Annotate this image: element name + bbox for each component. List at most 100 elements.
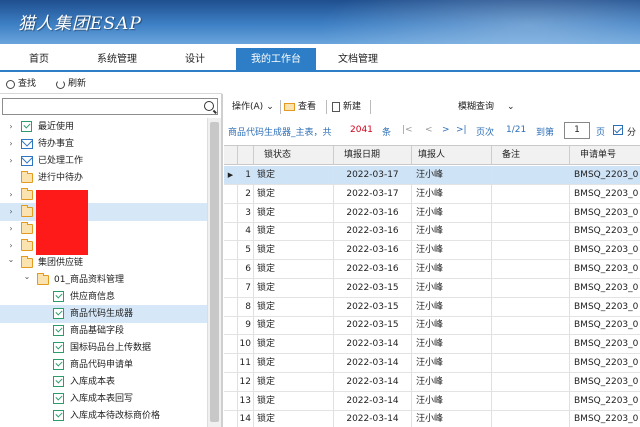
remark-cell[interactable] — [492, 354, 570, 373]
tab-home[interactable]: 首页 — [14, 49, 64, 70]
tree-item[interactable]: › 待办事宜 — [0, 135, 207, 153]
tree-item[interactable]: ⌄ 01_商品资料管理 — [0, 271, 207, 289]
order-number-cell[interactable]: BMSQ_2203_0 — [570, 241, 640, 260]
fill-date-cell[interactable]: 2022-03-16 — [334, 222, 412, 242]
reporter-cell[interactable]: 汪小峰 — [412, 241, 492, 261]
reporter-cell[interactable]: 汪小峰 — [412, 260, 492, 279]
tree-item[interactable]: › — [0, 186, 207, 204]
order-number-cell[interactable]: BMSQ_2203_0 — [570, 373, 640, 392]
operate-menu[interactable]: 操作(A) ⌄ — [232, 100, 274, 114]
column-header-order-number[interactable]: 申请单号 — [570, 146, 640, 165]
first-page-button[interactable]: |< — [402, 125, 413, 135]
table-row[interactable]: 7 锁定 2022-03-15 汪小峰 BMSQ_2203_0 — [224, 278, 640, 298]
table-row[interactable]: 12 锁定 2022-03-14 汪小峰 BMSQ_2203_0 — [224, 372, 640, 392]
remark-cell[interactable] — [492, 222, 570, 242]
table-row[interactable]: 11 锁定 2022-03-14 汪小峰 BMSQ_2203_0 — [224, 354, 640, 373]
tree-item[interactable]: › — [0, 220, 207, 238]
column-header-reporter[interactable]: 填报人 — [412, 146, 492, 165]
fill-date-cell[interactable]: 2022-03-14 — [334, 335, 412, 355]
tree-search-input[interactable] — [2, 98, 218, 115]
remark-cell[interactable] — [492, 297, 570, 317]
order-number-cell[interactable]: BMSQ_2203_0 — [570, 298, 640, 317]
tree-item[interactable]: 入库成本待改标商价格 — [0, 407, 207, 425]
view-button[interactable]: 查看 — [284, 100, 316, 114]
tab-design[interactable]: 设计 — [172, 49, 218, 70]
tree-item[interactable]: 进行中待办 — [0, 169, 207, 187]
remark-cell[interactable] — [492, 372, 570, 392]
lock-status-cell[interactable]: 锁定 — [254, 203, 334, 223]
reporter-cell[interactable]: 汪小峰 — [412, 391, 492, 411]
order-number-cell[interactable]: BMSQ_2203_0 — [570, 204, 640, 223]
fill-date-cell[interactable]: 2022-03-14 — [334, 410, 412, 427]
goto-page-input[interactable]: 1 — [564, 122, 590, 139]
lock-status-cell[interactable]: 锁定 — [254, 354, 334, 373]
lock-status-cell[interactable]: 锁定 — [254, 372, 334, 392]
tree-item[interactable]: › — [0, 203, 207, 221]
reporter-cell[interactable]: 汪小峰 — [412, 316, 492, 336]
table-row[interactable]: 10 锁定 2022-03-14 汪小峰 BMSQ_2203_0 — [224, 335, 640, 355]
fill-date-cell[interactable]: 2022-03-17 — [334, 184, 412, 204]
order-number-cell[interactable]: BMSQ_2203_0 — [570, 260, 640, 279]
reporter-cell[interactable]: 汪小峰 — [412, 297, 492, 317]
reporter-cell[interactable]: 汪小峰 — [412, 166, 492, 185]
chevron-right-icon[interactable]: › — [6, 135, 16, 153]
remark-cell[interactable] — [492, 335, 570, 355]
fill-date-cell[interactable]: 2022-03-15 — [334, 297, 412, 317]
tree-item[interactable]: 商品代码申请单 — [0, 356, 207, 374]
remark-cell[interactable] — [492, 203, 570, 223]
table-row[interactable]: 5 锁定 2022-03-16 汪小峰 BMSQ_2203_0 — [224, 241, 640, 261]
panel-splitter[interactable] — [221, 94, 223, 427]
tree-item[interactable]: 商品代码生成器 — [0, 305, 207, 323]
reporter-cell[interactable]: 汪小峰 — [412, 372, 492, 392]
reporter-cell[interactable]: 汪小峰 — [412, 222, 492, 242]
reporter-cell[interactable]: 汪小峰 — [412, 203, 492, 223]
column-header-fill-date[interactable]: 填报日期 — [334, 146, 412, 165]
lock-status-cell[interactable]: 锁定 — [254, 297, 334, 317]
lock-status-cell[interactable]: 锁定 — [254, 222, 334, 242]
reporter-cell[interactable]: 汪小峰 — [412, 354, 492, 373]
column-header-lock-status[interactable]: 锁状态 — [254, 146, 334, 165]
tree-item[interactable]: 国标码品台上传数据 — [0, 339, 207, 357]
remark-cell[interactable] — [492, 391, 570, 411]
chevron-right-icon[interactable]: › — [6, 152, 16, 170]
lock-status-cell[interactable]: 锁定 — [254, 241, 334, 261]
lock-status-cell[interactable]: 锁定 — [254, 335, 334, 355]
fill-date-cell[interactable]: 2022-03-14 — [334, 391, 412, 411]
lock-status-cell[interactable]: 锁定 — [254, 391, 334, 411]
remark-cell[interactable] — [492, 410, 570, 427]
tree-item[interactable]: 商品基础字段 — [0, 322, 207, 340]
remark-cell[interactable] — [492, 241, 570, 261]
order-number-cell[interactable]: BMSQ_2203_0 — [570, 222, 640, 241]
fill-date-cell[interactable]: 2022-03-16 — [334, 241, 412, 261]
tab-system-management[interactable]: 系统管理 — [82, 49, 152, 70]
lock-status-cell[interactable]: 锁定 — [254, 166, 334, 185]
order-number-cell[interactable]: BMSQ_2203_0 — [570, 185, 640, 204]
fill-date-cell[interactable]: 2022-03-14 — [334, 372, 412, 392]
fill-date-cell[interactable]: 2022-03-15 — [334, 278, 412, 298]
fuzzy-query-dropdown[interactable]: 模糊查询 ⌄ — [458, 100, 515, 114]
table-row[interactable]: 14 锁定 2022-03-14 汪小峰 BMSQ_2203_0 — [224, 410, 640, 427]
fill-date-cell[interactable]: 2022-03-14 — [334, 354, 412, 373]
remark-cell[interactable] — [492, 260, 570, 279]
order-number-cell[interactable]: BMSQ_2203_0 — [570, 354, 640, 373]
lock-status-cell[interactable]: 锁定 — [254, 410, 334, 427]
tree-item[interactable]: 入库成本表回写 — [0, 390, 207, 408]
table-row[interactable]: ▶ 1 锁定 2022-03-17 汪小峰 BMSQ_2203_0 — [224, 166, 640, 185]
lock-status-cell[interactable]: 锁定 — [254, 316, 334, 336]
remark-cell[interactable] — [492, 278, 570, 298]
tab-my-workbench[interactable]: 我的工作台 — [236, 48, 316, 72]
fill-date-cell[interactable]: 2022-03-17 — [334, 166, 412, 185]
order-number-cell[interactable]: BMSQ_2203_0 — [570, 392, 640, 411]
find-button[interactable]: 查找 — [6, 77, 36, 91]
table-row[interactable]: 8 锁定 2022-03-15 汪小峰 BMSQ_2203_0 — [224, 297, 640, 317]
prev-page-button[interactable]: < — [425, 125, 433, 135]
tree-item[interactable]: › 已处理工作 — [0, 152, 207, 170]
fill-date-cell[interactable]: 2022-03-15 — [334, 316, 412, 336]
refresh-button[interactable]: 刷新 — [56, 77, 86, 91]
chevron-right-icon[interactable]: › — [6, 186, 16, 204]
table-row[interactable]: 13 锁定 2022-03-14 汪小峰 BMSQ_2203_0 — [224, 391, 640, 411]
order-number-cell[interactable]: BMSQ_2203_0 — [570, 316, 640, 335]
chevron-right-icon[interactable]: › — [6, 220, 16, 238]
last-page-button[interactable]: >| — [456, 125, 467, 135]
reporter-cell[interactable]: 汪小峰 — [412, 335, 492, 355]
